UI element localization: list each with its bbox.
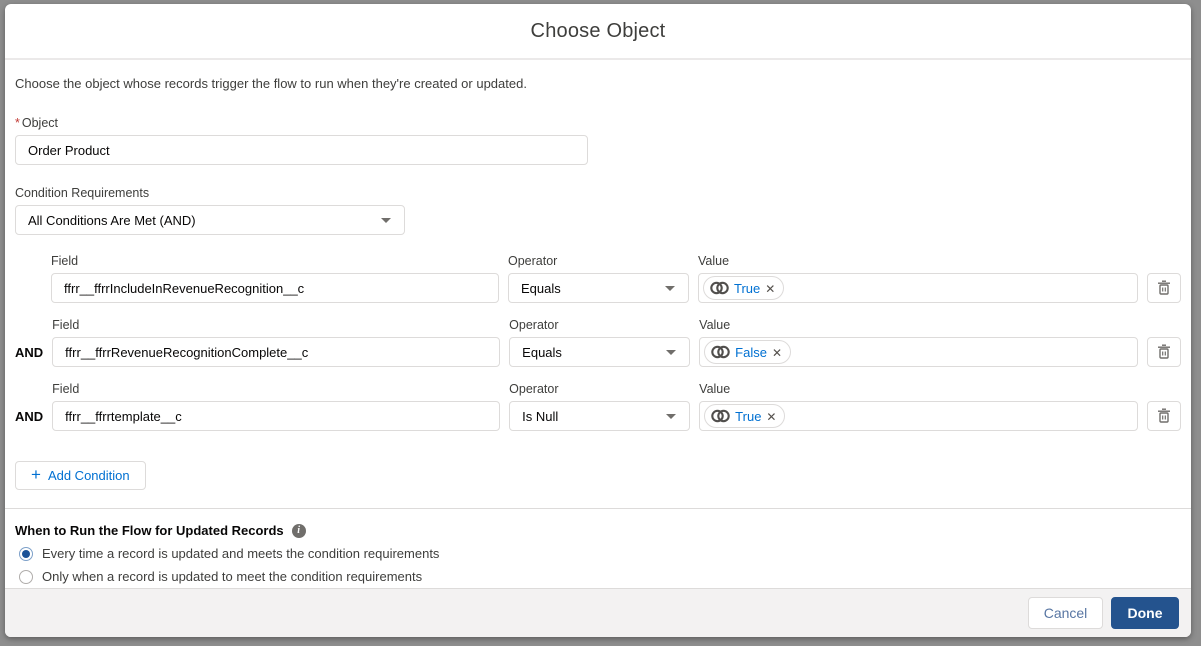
field-column-label: Field <box>51 254 79 268</box>
radio-button-selected[interactable] <box>19 546 33 561</box>
global-constant-icon <box>711 409 730 423</box>
cancel-button[interactable]: Cancel <box>1028 597 1103 629</box>
value-pill: True ✕ <box>704 404 786 428</box>
value-column-label: Value <box>699 382 731 396</box>
field-input-value: ffrr__ffrrIncludeInRevenueRecognition__c <box>64 280 305 296</box>
value-input[interactable]: True ✕ <box>699 401 1138 431</box>
field-input[interactable]: ffrr__ffrrtemplate__c <box>52 401 501 431</box>
remove-value-icon[interactable]: ✕ <box>772 346 782 359</box>
chevron-down-icon <box>665 286 675 291</box>
condition-requirements-group: Condition Requirements All Conditions Ar… <box>15 186 1181 235</box>
add-condition-label: Add Condition <box>47 468 130 483</box>
delete-condition-button[interactable] <box>1147 401 1181 431</box>
value-input[interactable]: False ✕ <box>699 337 1138 367</box>
remove-value-icon[interactable]: ✕ <box>766 410 776 423</box>
operator-select[interactable]: Is Null <box>509 401 691 431</box>
value-pill-label: True <box>735 408 762 424</box>
modal-title: Choose Object <box>530 19 666 42</box>
when-to-run-heading-row: When to Run the Flow for Updated Records… <box>15 523 1181 538</box>
condition-requirements-select[interactable]: All Conditions Are Met (AND) <box>15 205 405 235</box>
choose-object-modal: Choose Object Choose the object whose re… <box>5 4 1191 637</box>
object-input[interactable]: Order Product <box>15 135 588 165</box>
global-constant-icon <box>710 281 729 295</box>
operator-value: Equals <box>522 344 562 360</box>
field-input-value: ffrr__ffrrtemplate__c <box>65 408 182 424</box>
conditions-list: Field ffrr__ffrrIncludeInRevenueRecognit… <box>15 254 1181 431</box>
done-button[interactable]: Done <box>1111 597 1179 629</box>
value-column-label: Value <box>698 254 730 268</box>
delete-condition-button[interactable] <box>1147 273 1181 303</box>
modal-footer: Cancel Done <box>5 588 1191 637</box>
condition-requirements-value: All Conditions Are Met (AND) <box>28 212 196 228</box>
condition-prefix: AND <box>15 409 44 424</box>
operator-select[interactable]: Equals <box>509 337 691 367</box>
value-input[interactable]: True ✕ <box>698 273 1138 303</box>
operator-column-label: Operator <box>509 318 559 332</box>
modal-body: Choose the object whose records trigger … <box>5 60 1191 588</box>
operator-column-label: Operator <box>508 254 558 268</box>
condition-prefix: AND <box>15 345 44 360</box>
delete-condition-button[interactable] <box>1147 337 1181 367</box>
chevron-down-icon <box>666 350 677 355</box>
chevron-down-icon <box>666 414 677 419</box>
global-constant-icon <box>711 345 730 359</box>
operator-column-label: Operator <box>509 382 559 396</box>
object-input-value: Order Product <box>28 142 110 158</box>
condition-prefix <box>15 296 42 303</box>
value-pill: True ✕ <box>703 276 785 300</box>
operator-value: Equals <box>521 280 561 296</box>
condition-row: AND Field ffrr__ffrrtemplate__c Operator… <box>15 382 1181 431</box>
value-pill: False ✕ <box>704 340 792 364</box>
radio-option-only-when[interactable]: Only when a record is updated to meet th… <box>15 569 1181 584</box>
value-pill-label: True <box>734 280 761 296</box>
radio-option-every-time[interactable]: Every time a record is updated and meets… <box>15 546 1181 561</box>
trash-icon <box>1158 280 1170 295</box>
radio-button-unselected[interactable] <box>19 569 33 584</box>
value-pill-label: False <box>735 344 767 360</box>
modal-header: Choose Object <box>5 4 1191 60</box>
modal-description: Choose the object whose records trigger … <box>15 76 527 91</box>
plus-icon: + <box>31 465 41 484</box>
add-condition-button[interactable]: + Add Condition <box>15 461 146 490</box>
section-divider <box>5 508 1191 509</box>
operator-value: Is Null <box>522 408 559 424</box>
chevron-down-icon <box>381 218 391 223</box>
radio-label: Every time a record is updated and meets… <box>42 546 440 561</box>
operator-select[interactable]: Equals <box>508 273 689 303</box>
info-icon[interactable]: i <box>291 523 306 538</box>
object-field-group: * Object Order Product <box>15 116 1181 165</box>
value-column-label: Value <box>699 318 731 332</box>
remove-value-icon[interactable]: ✕ <box>765 282 775 295</box>
field-input[interactable]: ffrr__ffrrRevenueRecognitionComplete__c <box>52 337 501 367</box>
radio-label: Only when a record is updated to meet th… <box>42 569 423 584</box>
condition-requirements-label: Condition Requirements <box>15 186 150 200</box>
field-column-label: Field <box>52 318 80 332</box>
trash-icon <box>1158 344 1170 359</box>
condition-row: AND Field ffrr__ffrrRevenueRecognitionCo… <box>15 318 1181 367</box>
condition-row: Field ffrr__ffrrIncludeInRevenueRecognit… <box>15 254 1181 303</box>
field-column-label: Field <box>52 382 80 396</box>
when-to-run-heading: When to Run the Flow for Updated Records <box>15 523 284 538</box>
object-label: * Object <box>15 116 59 130</box>
required-asterisk: * <box>15 116 20 130</box>
field-input[interactable]: ffrr__ffrrIncludeInRevenueRecognition__c <box>51 273 499 303</box>
field-input-value: ffrr__ffrrRevenueRecognitionComplete__c <box>65 344 309 360</box>
trash-icon <box>1158 408 1170 423</box>
